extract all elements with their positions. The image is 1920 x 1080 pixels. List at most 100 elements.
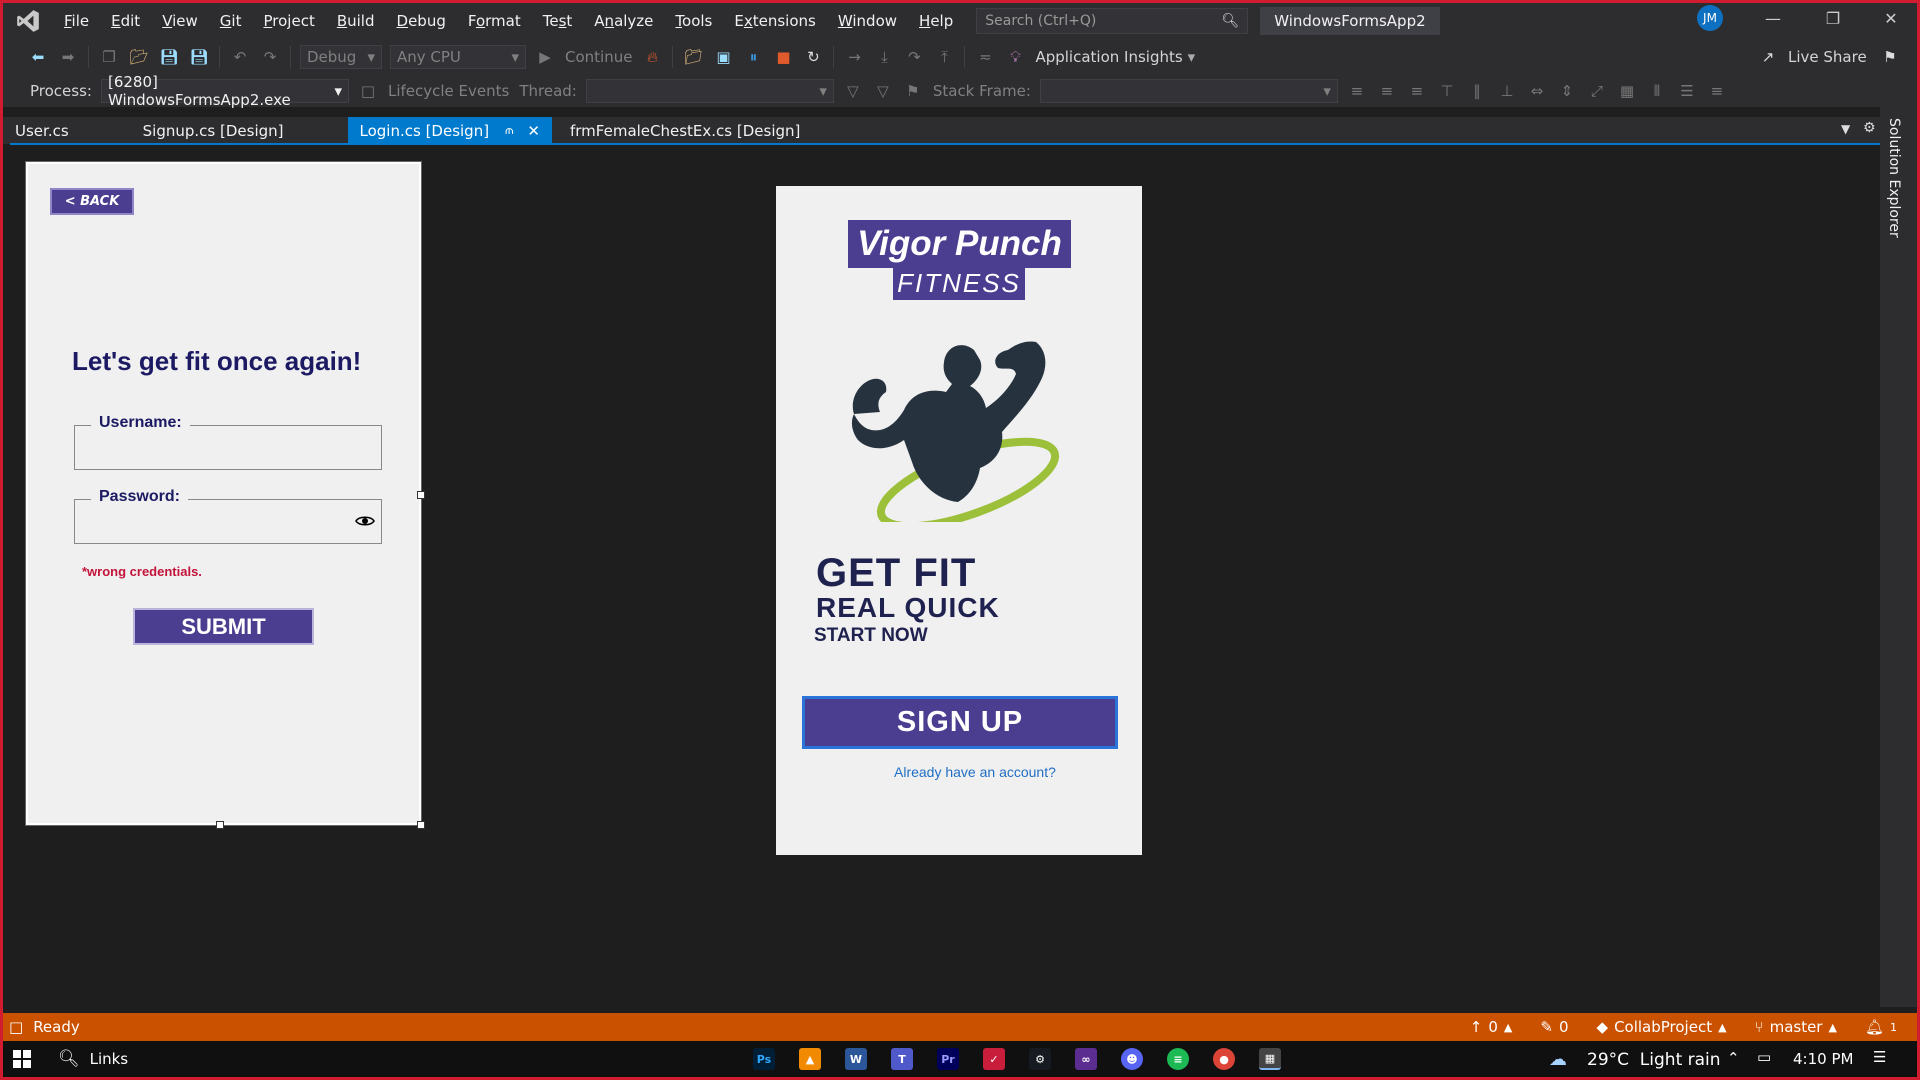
clock[interactable]: 4:10 PM — [1793, 1050, 1853, 1068]
tab-login-design[interactable]: Login.cs [Design] ⫙ ✕ — [347, 117, 552, 144]
menu-window[interactable]: Window — [827, 12, 908, 30]
welcome-form[interactable]: Vigor Punch FITNESS GET FIT REAL QUICK S… — [776, 186, 1142, 855]
same-height-icon[interactable]: ⇕ — [1557, 81, 1577, 101]
search-input[interactable]: Search (Ctrl+Q) 🔍︎ — [976, 8, 1249, 34]
word-icon[interactable]: W — [845, 1048, 867, 1070]
menu-extensions[interactable]: Extensions — [723, 12, 826, 30]
stop-icon[interactable]: ■ — [773, 47, 793, 67]
thread-select[interactable]: ▾ — [585, 79, 834, 103]
live-share-button[interactable]: ↗ Live Share — [1753, 47, 1872, 67]
menu-help[interactable]: Help — [908, 12, 964, 30]
windows-start-icon[interactable] — [12, 1049, 32, 1069]
push-count[interactable]: ↑ 0 ▲ — [1470, 1018, 1513, 1036]
winforms-app-icon[interactable]: ▦ — [1259, 1048, 1281, 1070]
menu-format[interactable]: Format — [457, 12, 532, 30]
step-out-icon[interactable]: ⤒ — [934, 47, 954, 67]
continue-button[interactable]: Continue — [565, 48, 632, 66]
notifications-button[interactable]: 🔔︎ 1 — [1865, 1018, 1897, 1036]
feedback-icon[interactable]: ⚑ — [1880, 47, 1900, 67]
menu-file[interactable]: File — [53, 12, 100, 30]
align-center-icon[interactable]: ≡ — [1377, 81, 1397, 101]
diagnostic-icon[interactable]: 📁︎ — [683, 47, 703, 67]
username-field[interactable]: Username: — [74, 414, 382, 470]
repository-selector[interactable]: ◆ CollabProject ▲ — [1597, 1018, 1727, 1036]
minimize-icon[interactable]: — — [1750, 0, 1796, 36]
tray-chevron-up-icon[interactable]: ⌃ — [1727, 1049, 1740, 1067]
navigate-back-icon[interactable]: ⬅︎ — [28, 47, 48, 67]
steam-icon[interactable]: ⚙ — [1029, 1048, 1051, 1070]
lightbulb-icon[interactable]: 💡︎ — [1005, 47, 1025, 67]
weather-text[interactable]: 29°C Light rain — [1587, 1050, 1721, 1070]
branch-selector[interactable]: ⑂ master ▲ — [1755, 1018, 1837, 1036]
browse-icon[interactable]: ▣ — [713, 47, 733, 67]
new-project-icon[interactable]: ❐ — [99, 47, 119, 67]
show-next-statement-icon[interactable]: → — [844, 47, 864, 67]
password-field[interactable]: Password: — [74, 488, 382, 544]
pin-icon[interactable]: ⫙ — [505, 123, 513, 138]
login-link[interactable]: Already have an account? — [894, 764, 1056, 780]
mail-app-icon[interactable]: ✓ — [983, 1048, 1005, 1070]
menu-build[interactable]: Build — [326, 12, 386, 30]
vertical-spacing-icon[interactable]: ☰ — [1677, 81, 1697, 101]
visual-studio-taskbar-icon[interactable]: ∞ — [1075, 1048, 1097, 1070]
undo-icon[interactable]: ↶ — [230, 47, 250, 67]
step-into-icon[interactable]: ⤓ — [874, 47, 894, 67]
breakpoints-icon[interactable]: ≂ — [975, 47, 995, 67]
play-icon[interactable]: ▶ — [535, 47, 555, 67]
tab-user-cs[interactable]: User.cs — [3, 117, 81, 144]
sign-up-button[interactable]: SIGN UP — [802, 696, 1118, 749]
horizontal-spacing-icon[interactable]: ⫴ — [1647, 81, 1667, 101]
network-icon[interactable]: ▭ — [1757, 1048, 1771, 1066]
premiere-icon[interactable]: Pr — [937, 1048, 959, 1070]
close-icon[interactable]: ✕ — [1868, 0, 1914, 36]
hot-reload-icon[interactable]: 🔥︎ — [642, 47, 662, 67]
account-avatar[interactable]: JM — [1697, 5, 1723, 31]
settings-gear-icon[interactable]: ⚙ — [1863, 120, 1876, 136]
resize-handle-bottom[interactable] — [216, 821, 224, 829]
process-select[interactable]: [6280] WindowsFormsApp2.exe ▾ — [100, 73, 349, 109]
align-middle-icon[interactable]: ∥ — [1467, 81, 1487, 101]
filter-icon[interactable]: ▽ — [843, 81, 863, 101]
redo-icon[interactable]: ↷ — [260, 47, 280, 67]
same-width-icon[interactable]: ⇔ — [1527, 81, 1547, 101]
save-all-icon[interactable]: 💾︎ — [189, 47, 209, 67]
align-bottom-icon[interactable]: ⊥ — [1497, 81, 1517, 101]
show-password-eye-icon[interactable] — [355, 514, 375, 528]
spotify-icon[interactable]: ≡ — [1167, 1048, 1189, 1070]
resize-handle-right[interactable] — [417, 491, 425, 499]
same-size-icon[interactable]: ⤢ — [1587, 81, 1607, 101]
menu-tools[interactable]: Tools — [664, 12, 723, 30]
action-center-icon[interactable]: ☰ — [1873, 1048, 1886, 1066]
taskbar-search-label[interactable]: Links — [90, 1050, 129, 1068]
save-icon[interactable]: 💾︎ — [159, 47, 179, 67]
restore-icon[interactable]: ❐ — [1810, 0, 1856, 36]
align-right-icon[interactable]: ≡ — [1407, 81, 1427, 101]
tab-overflow-chevron-icon[interactable]: ▼ — [1841, 122, 1850, 136]
tab-signup-design[interactable]: Signup.cs [Design] — [131, 117, 296, 144]
solution-config-select[interactable]: Debug ▾ — [300, 45, 382, 69]
menu-view[interactable]: View — [151, 12, 209, 30]
changes-count[interactable]: ✎ 0 — [1540, 1018, 1568, 1036]
vlc-icon[interactable]: ▲ — [799, 1048, 821, 1070]
menu-analyze[interactable]: Analyze — [583, 12, 664, 30]
teams-icon[interactable]: T — [891, 1048, 913, 1070]
submit-button[interactable]: SUBMIT — [133, 608, 314, 645]
login-form[interactable]: < BACK Let's get fit once again! Usernam… — [25, 161, 425, 829]
stack-frame-select[interactable]: ▾ — [1039, 79, 1338, 103]
menu-test[interactable]: Test — [532, 12, 584, 30]
taskbar-search-icon[interactable]: 🔍︎ — [58, 1049, 80, 1069]
menu-debug[interactable]: Debug — [386, 12, 457, 30]
align-left-icon[interactable]: ≡ — [1347, 81, 1367, 101]
size-to-grid-icon[interactable]: ▦ — [1617, 81, 1637, 101]
solution-explorer-tab[interactable]: Solution Explorer — [1886, 118, 1902, 238]
application-insights-button[interactable]: Application Insights — [1035, 48, 1182, 66]
step-over-icon[interactable]: ↷ — [904, 47, 924, 67]
tab-female-chest-design[interactable]: frmFemaleChestEx.cs [Design] — [558, 117, 812, 144]
menu-edit[interactable]: Edit — [100, 12, 151, 30]
chrome-icon[interactable]: ● — [1213, 1048, 1235, 1070]
solution-explorer-strip[interactable] — [1880, 107, 1917, 1007]
menu-git[interactable]: Git — [209, 12, 253, 30]
solution-platform-select[interactable]: Any CPU ▾ — [390, 45, 526, 69]
discord-icon[interactable]: ☻ — [1121, 1048, 1143, 1070]
menu-project[interactable]: Project — [252, 12, 325, 30]
